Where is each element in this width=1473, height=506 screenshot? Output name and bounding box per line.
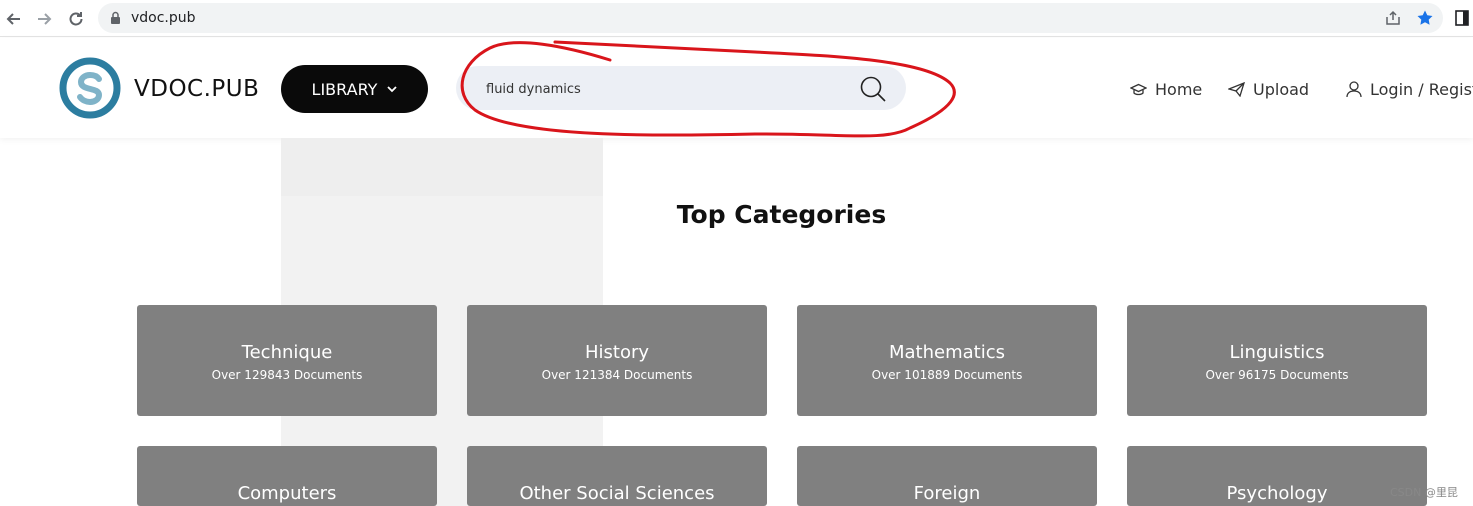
search-input[interactable] — [486, 79, 846, 99]
search-icon[interactable] — [859, 75, 887, 103]
category-card-linguistics[interactable]: Linguistics Over 96175 Documents — [1127, 305, 1427, 416]
forward-button[interactable] — [32, 7, 56, 31]
nav-home-link[interactable]: Home — [1130, 80, 1202, 99]
bookmark-star-icon[interactable] — [1416, 9, 1434, 27]
watermark-text: CSDN @里昆 — [1390, 486, 1458, 499]
paper-plane-icon — [1228, 82, 1245, 97]
graduation-cap-icon — [1130, 83, 1147, 95]
nav-login-label: Login / Registe — [1370, 80, 1473, 99]
address-bar[interactable]: vdoc.pub — [98, 3, 1443, 33]
category-name: Computers — [237, 483, 337, 504]
nav-home-label: Home — [1155, 80, 1203, 99]
nav-login-link[interactable]: Login / Registe — [1346, 80, 1473, 99]
arrow-left-icon — [6, 13, 20, 25]
category-card-psychology[interactable]: Psychology — [1127, 446, 1427, 506]
share-icon[interactable] — [1384, 9, 1402, 27]
browser-toolbar: vdoc.pub — [0, 0, 1473, 37]
category-name: History — [584, 342, 650, 363]
user-icon — [1346, 81, 1362, 98]
category-count: Over 129843 Documents — [211, 368, 363, 382]
category-count: Over 101889 Documents — [871, 368, 1023, 382]
category-card-technique[interactable]: Technique Over 129843 Documents — [137, 305, 437, 416]
search-box — [456, 66, 906, 110]
arrow-right-icon — [38, 13, 52, 25]
category-name: Psychology — [1226, 483, 1328, 504]
category-card-computers[interactable]: Computers — [137, 446, 437, 506]
category-name: Other Social Sciences — [519, 483, 715, 504]
nav-upload-label: Upload — [1253, 80, 1310, 99]
category-count: Over 96175 Documents — [1205, 368, 1349, 382]
library-dropdown-button[interactable]: LIBRARY — [281, 65, 428, 113]
chevron-down-icon — [387, 86, 398, 93]
category-card-foreign[interactable]: Foreign — [797, 446, 1097, 506]
dropdown-panel-top — [281, 138, 603, 196]
category-name: Technique — [241, 342, 333, 363]
reload-icon — [69, 12, 83, 26]
site-header: VDOC.PUB LIBRARY Home Upload Login / Reg… — [0, 38, 1473, 138]
category-card-other-social-sciences[interactable]: Other Social Sciences — [467, 446, 767, 506]
category-card-history[interactable]: History Over 121384 Documents — [467, 305, 767, 416]
nav-upload-link[interactable]: Upload — [1228, 80, 1309, 99]
section-title: Top Categories — [676, 200, 887, 229]
category-card-mathematics[interactable]: Mathematics Over 101889 Documents — [797, 305, 1097, 416]
category-name: Mathematics — [889, 342, 1005, 363]
brand-name[interactable]: VDOC.PUB — [134, 76, 259, 102]
vdoc-logo-icon[interactable] — [59, 57, 121, 119]
category-name: Linguistics — [1229, 342, 1325, 363]
category-count: Over 121384 Documents — [541, 368, 693, 382]
library-label: LIBRARY — [311, 79, 378, 99]
category-name: Foreign — [913, 483, 981, 504]
back-button[interactable] — [2, 7, 26, 31]
side-panel-icon[interactable] — [1455, 10, 1469, 26]
reload-button[interactable] — [64, 7, 88, 31]
url-text: vdoc.pub — [131, 10, 196, 26]
lock-icon — [111, 11, 120, 24]
